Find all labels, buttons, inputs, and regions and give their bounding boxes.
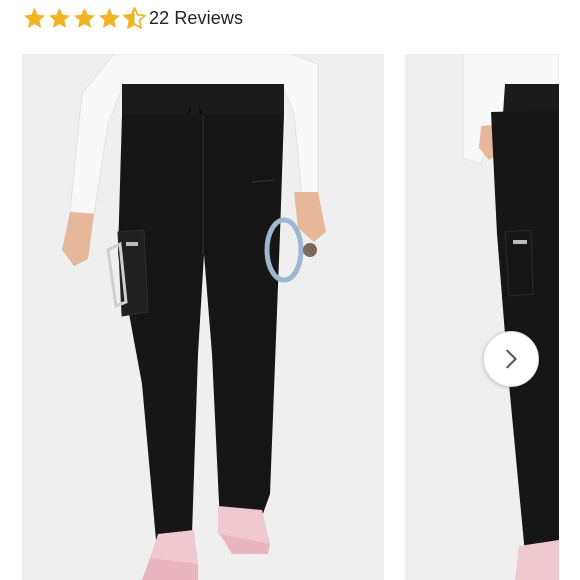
product-image-front[interactable] xyxy=(22,54,384,580)
star-full-icon xyxy=(97,6,122,31)
star-half-icon xyxy=(122,6,147,31)
chevron-right-icon xyxy=(506,349,517,369)
star-full-icon xyxy=(47,6,72,31)
rating-row[interactable]: 22 Reviews xyxy=(22,4,243,32)
scrub-pants-side-image xyxy=(405,54,559,580)
reviews-count-link[interactable]: 22 Reviews xyxy=(149,8,243,29)
product-image-side[interactable] xyxy=(405,54,559,580)
star-full-icon xyxy=(72,6,97,31)
scrub-pants-front-image xyxy=(22,54,384,580)
product-image-carousel[interactable] xyxy=(0,54,580,580)
star-full-icon xyxy=(22,6,47,31)
carousel-next-button[interactable] xyxy=(483,331,539,387)
